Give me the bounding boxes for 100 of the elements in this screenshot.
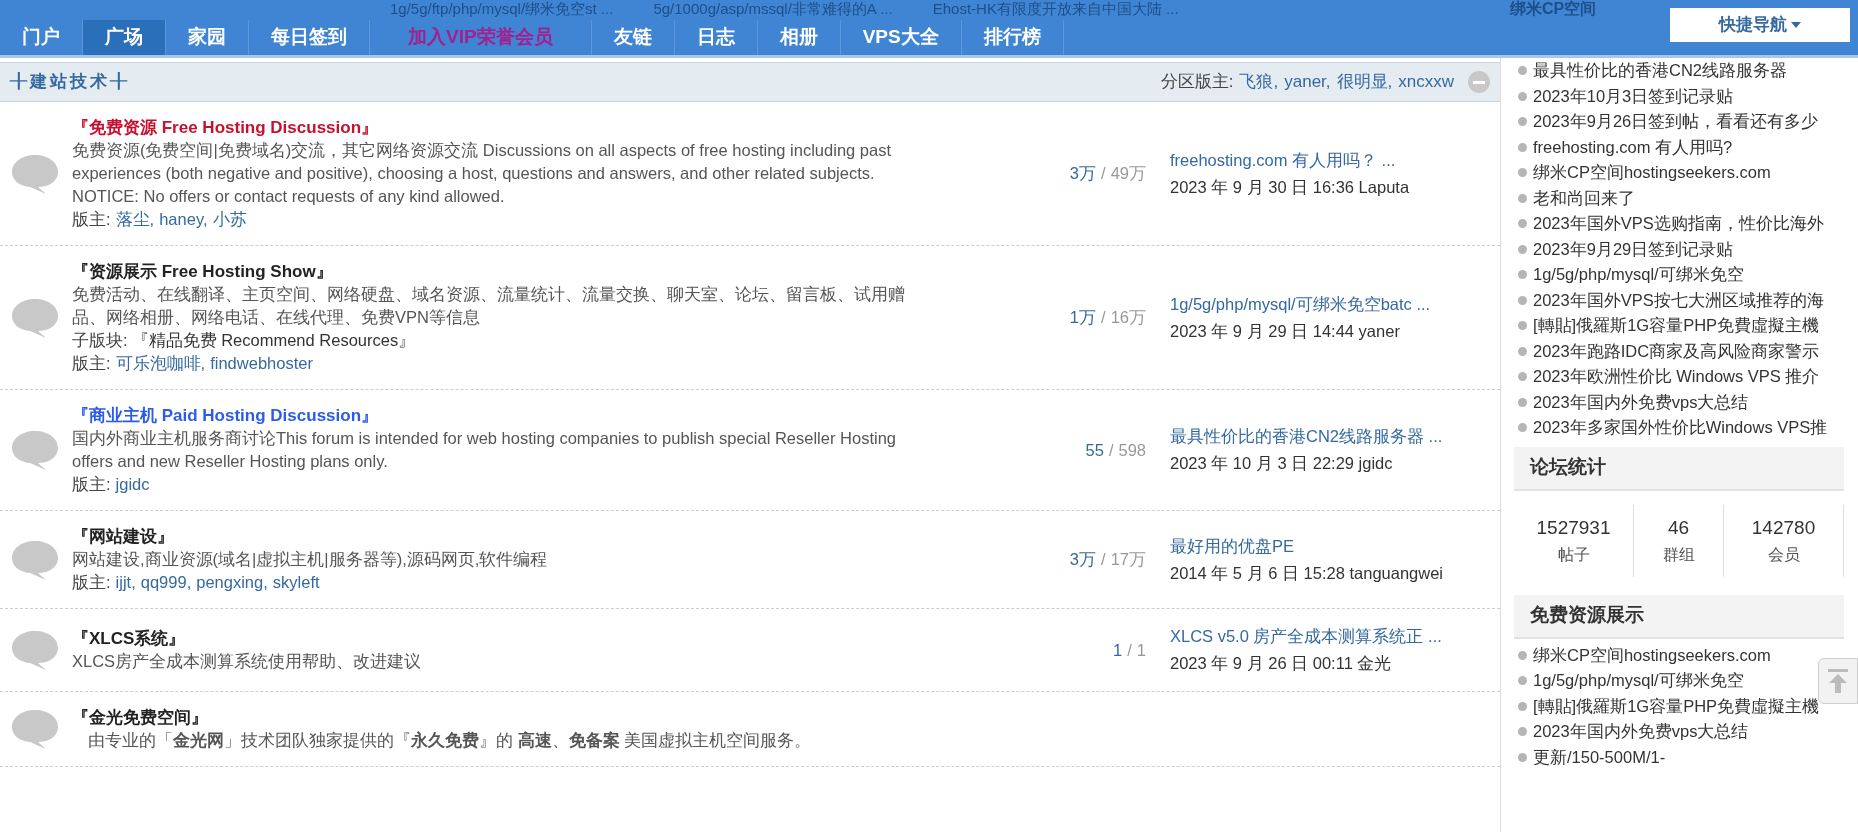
moderator-link[interactable]: jgidc	[115, 473, 150, 496]
moderator-link[interactable]: haney,	[159, 208, 208, 231]
bullet-icon	[1518, 193, 1527, 203]
collapse-icon[interactable]	[1468, 71, 1490, 93]
last-post-link[interactable]: XLCS v5.0 房产全成本测算系统正 ...	[1170, 623, 1442, 650]
sidebar-link[interactable]: 2023年9月26日签到帖，看看还有多少	[1533, 109, 1819, 135]
bullet-icon	[1518, 372, 1527, 382]
stat-label: 群组	[1662, 544, 1695, 565]
sidebar-link[interactable]: 2023年国外VPS选购指南，性价比海外	[1533, 211, 1824, 237]
forum-description: 免费活动、在线翻译、主页空间、网络硬盘、域名资源、流量统计、流量交换、聊天室、论坛、留言板、试用赠品、网络相册、网络电话、在线代理、免费VPN等信息	[72, 284, 906, 328]
sidebar-link[interactable]: 2023年9月29日签到记录贴	[1533, 236, 1734, 262]
forum-description: XLCS房产全成本测算系统使用帮助、改进建议	[72, 651, 423, 672]
bullet-icon	[1518, 397, 1527, 407]
forum-title[interactable]: 『资源展示 Free Hosting Show』	[72, 260, 333, 283]
sidebar-link[interactable]: 更新/150-500M/1-	[1533, 744, 1666, 770]
moderator-link[interactable]: xncxxw	[1398, 69, 1454, 95]
moderator-link[interactable]: findwebhoster	[210, 352, 313, 375]
post-count: 1	[1136, 639, 1146, 661]
nav-tab[interactable]: 广场	[83, 20, 166, 55]
moderator-link[interactable]: 可乐泡咖啡,	[115, 352, 206, 375]
forum-description: 免费资源(免费空间|免费域名)交流，其它网络资源交流 Discussions on all aspects of free hosting including past experiences (both negative and positive), choosing a host, questions and answers, and other related subjects. NOTICE: No offers or contact requests of any kind allowed.	[72, 140, 892, 207]
forum-title[interactable]: 『商业主机 Paid Hosting Discussion』	[72, 404, 379, 427]
post-count: 17万	[1110, 549, 1146, 571]
last-post-link[interactable]: 最好用的优盘PE	[1170, 532, 1294, 560]
last-post-info: 2023 年 9 月 30 日 16:36 Laputa	[1170, 176, 1410, 198]
moderator-link[interactable]: 落尘,	[115, 208, 155, 231]
speech-bubble-icon	[10, 629, 60, 671]
bullet-icon	[1518, 752, 1527, 762]
moderator-link[interactable]: pengxing,	[196, 571, 268, 594]
nav-tab[interactable]: 相册	[757, 20, 841, 55]
moderator-link[interactable]: qq999,	[140, 571, 192, 594]
sidebar-link[interactable]: 2023年国外VPS按七大洲区域推荐的海	[1533, 287, 1824, 313]
forum-title[interactable]: 『免费资源 Free Hosting Discussion』	[72, 116, 379, 139]
sidebar-link[interactable]: 2023年国内外免费vps大总结	[1533, 389, 1749, 415]
section-title: ╂建站技术╂	[10, 71, 130, 94]
moderators-label: 分区版主:	[1160, 71, 1234, 94]
speech-bubble-icon	[10, 538, 60, 581]
sidebar-link[interactable]: 2023年跑路IDC商家及高风险商家警示	[1533, 338, 1820, 364]
last-post-link[interactable]: freehosting.com 有人用吗？ ...	[1170, 146, 1396, 174]
sidebar-link[interactable]: [轉貼]俄羅斯1G容量PHP免費虛擬主機	[1533, 693, 1820, 719]
stat-label: 会员	[1767, 544, 1800, 565]
count-separator: /	[1108, 439, 1114, 461]
speech-bubble-icon	[10, 429, 60, 471]
moderator-link[interactable]: 飞狼,	[1239, 69, 1279, 95]
sidebar-link[interactable]: 2023年欧洲性价比 Windows VPS 推介	[1533, 364, 1820, 390]
bullet-icon	[1518, 270, 1527, 280]
last-post-link[interactable]: 1g/5g/php/mysql/可绑米免空batc ...	[1170, 290, 1431, 318]
thread-count: 1	[1113, 639, 1123, 661]
sidebar-link[interactable]: 2023年10月3日签到记录贴	[1533, 83, 1734, 109]
count-separator: /	[1101, 307, 1106, 329]
post-count: 49万	[1110, 163, 1146, 185]
forum-title[interactable]: 『网站建设』	[72, 525, 174, 548]
bullet-icon	[1518, 423, 1527, 433]
sidebar-link[interactable]: [轉貼]俄羅斯1G容量PHP免費虛擬主機	[1533, 313, 1820, 339]
nav-tab[interactable]: VPS大全	[840, 20, 962, 55]
panel-title: 免费资源展示	[1514, 594, 1844, 639]
bullet-icon	[1518, 219, 1527, 229]
nav-tab[interactable]: 家园	[166, 20, 249, 55]
thread-count: 3万	[1069, 549, 1097, 571]
speech-bubble-icon	[10, 152, 60, 195]
last-post-info: 2023 年 10 月 3 日 22:29 jgidc	[1170, 453, 1393, 474]
subforum-label: 子版块:	[72, 330, 128, 351]
sidebar-link[interactable]: 2023年国内外免费vps大总结	[1533, 719, 1749, 745]
moderator-link[interactable]: skyleft	[272, 571, 320, 594]
sidebar-link[interactable]: 2023年多家国外性价比Windows VPS推	[1533, 415, 1828, 441]
nav-tab[interactable]: 每日签到	[249, 20, 370, 55]
bullet-icon	[1518, 701, 1527, 711]
moderator-link[interactable]: yaner,	[1284, 69, 1331, 95]
panel-title: 论坛统计	[1514, 446, 1844, 491]
panel-title: 绑米CP空间	[1508, 0, 1598, 19]
post-count: 598	[1118, 439, 1146, 461]
bullet-icon	[1518, 117, 1527, 127]
bullet-icon	[1518, 66, 1527, 76]
sidebar-link[interactable]: 绑米CP空间hostingseekers.com	[1533, 160, 1771, 186]
sidebar-link[interactable]: 1g/5g/php/mysql/可绑米免空	[1533, 668, 1744, 694]
stat-value: 1527931	[1536, 516, 1611, 541]
sidebar-link[interactable]: freehosting.com 有人用吗?	[1533, 134, 1733, 160]
last-post-info: 2014 年 5 月 6 日 15:28 tanguangwei	[1170, 562, 1444, 584]
last-post-link[interactable]: 最具性价比的香港CN2线路服务器 ...	[1170, 423, 1443, 450]
bullet-icon	[1518, 244, 1527, 254]
bullet-icon	[1518, 295, 1527, 305]
moderator-link[interactable]: ijjt,	[115, 571, 136, 594]
forum-title[interactable]: 『金光免费空间』	[72, 706, 208, 729]
count-separator: /	[1127, 639, 1132, 661]
subforum-link[interactable]: 『精品免费 Recommend Resources』	[131, 329, 416, 352]
back-to-top-button[interactable]	[1818, 658, 1858, 704]
speech-bubble-icon	[10, 296, 60, 339]
count-separator: /	[1101, 549, 1106, 571]
nav-tab[interactable]: 日志	[674, 20, 758, 55]
sidebar-link[interactable]: 老和尚回来了	[1533, 185, 1635, 211]
quick-navigation-button[interactable]: 快捷导航	[1670, 8, 1850, 42]
moderator-link[interactable]: 很明显,	[1336, 69, 1393, 95]
bullet-icon	[1518, 650, 1527, 660]
sidebar-link[interactable]: 1g/5g/php/mysql/可绑米免空	[1533, 262, 1744, 288]
sidebar-link[interactable]: 最具性价比的香港CN2线路服务器	[1533, 58, 1787, 84]
forum-title[interactable]: 『XLCS系统』	[72, 627, 186, 650]
moderator-link[interactable]: 小苏	[212, 208, 247, 231]
sidebar-link[interactable]: 绑米CP空间hostingseekers.com	[1533, 642, 1771, 668]
nav-tab[interactable]: 排行榜	[961, 20, 1064, 55]
nav-tab[interactable]: 友链	[591, 20, 675, 55]
